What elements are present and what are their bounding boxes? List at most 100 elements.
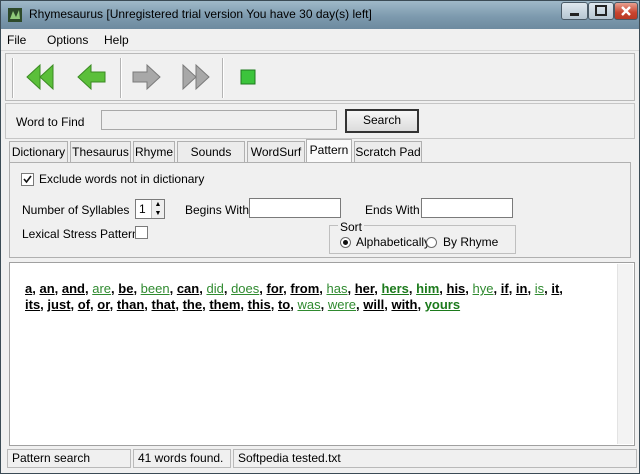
- tab-thesaurus[interactable]: Thesaurus: [70, 141, 131, 162]
- tab-wordsurf[interactable]: WordSurf: [247, 141, 305, 162]
- status-bar: Pattern search 41 words found. Softpedia…: [5, 449, 637, 469]
- stop-button[interactable]: [230, 59, 266, 95]
- word-separator: ,: [559, 281, 563, 296]
- result-word[interactable]: in: [516, 281, 528, 296]
- result-word[interactable]: with: [391, 297, 417, 312]
- syllables-spinner[interactable]: 1 ▲ ▼: [135, 199, 165, 219]
- word-separator: ,: [527, 281, 535, 296]
- result-word[interactable]: be: [118, 281, 133, 296]
- tab-pattern[interactable]: Pattern: [306, 139, 352, 163]
- checkmark-icon: [23, 175, 32, 184]
- result-word[interactable]: the: [183, 297, 203, 312]
- search-button[interactable]: Search: [345, 109, 419, 133]
- result-word[interactable]: or: [97, 297, 109, 312]
- tab-rhyme[interactable]: Rhyme: [133, 141, 175, 162]
- syllables-value: 1: [139, 202, 146, 216]
- title-bar: Rhymesaurus [Unregistered trial version …: [1, 1, 639, 29]
- word-separator: ,: [417, 297, 425, 312]
- sort-by-rhyme-radio[interactable]: [426, 237, 437, 248]
- result-word[interactable]: her: [355, 281, 375, 296]
- result-word[interactable]: than: [117, 297, 144, 312]
- result-word[interactable]: his: [447, 281, 466, 296]
- tab-scratch-pad[interactable]: Scratch Pad: [354, 141, 422, 162]
- result-word[interactable]: been: [141, 281, 170, 296]
- result-word[interactable]: will: [363, 297, 384, 312]
- spin-down-icon[interactable]: ▼: [152, 209, 164, 218]
- result-word[interactable]: to: [278, 297, 290, 312]
- green-square-icon: [240, 69, 256, 85]
- result-word[interactable]: this: [248, 297, 271, 312]
- app-logo-icon: [8, 8, 22, 22]
- toolbar-separator: [222, 58, 224, 98]
- word-separator: ,: [70, 297, 78, 312]
- results-line: its, just, of, or, than, that, the, them…: [25, 297, 605, 313]
- toolbar-separator: [12, 58, 14, 98]
- result-word[interactable]: can: [177, 281, 199, 296]
- result-word[interactable]: that: [152, 297, 176, 312]
- result-word[interactable]: an: [39, 281, 54, 296]
- word-separator: ,: [240, 297, 248, 312]
- left-arrow-icon: [77, 63, 106, 91]
- result-word[interactable]: did: [206, 281, 223, 296]
- begins-with-input[interactable]: [249, 198, 341, 218]
- word-separator: ,: [439, 281, 447, 296]
- right-arrow-icon: [132, 63, 161, 91]
- result-word[interactable]: does: [231, 281, 259, 296]
- begins-with-label: Begins With: [185, 203, 250, 217]
- result-word[interactable]: for: [267, 281, 284, 296]
- word-separator: ,: [169, 281, 177, 296]
- result-word[interactable]: just: [47, 297, 70, 312]
- menu-help[interactable]: Help: [104, 33, 129, 47]
- result-word[interactable]: from: [290, 281, 319, 296]
- result-word[interactable]: hye: [473, 281, 494, 296]
- status-mode: Pattern search: [7, 449, 131, 468]
- back-button[interactable]: [74, 59, 110, 95]
- word-separator: ,: [223, 281, 232, 296]
- result-word[interactable]: were: [328, 297, 356, 312]
- result-word[interactable]: him: [416, 281, 439, 296]
- result-word[interactable]: hers: [381, 281, 408, 296]
- sort-alphabetically-label: Alphabetically: [356, 235, 431, 249]
- spinner-buttons[interactable]: ▲ ▼: [151, 200, 164, 218]
- result-word[interactable]: is: [535, 281, 544, 296]
- ends-with-label: Ends With: [365, 203, 420, 217]
- result-word[interactable]: if: [501, 281, 509, 296]
- sort-label: Sort: [338, 220, 365, 234]
- double-left-arrow-icon: [26, 63, 54, 91]
- forward-button[interactable]: [128, 59, 164, 95]
- spin-up-icon[interactable]: ▲: [152, 200, 164, 209]
- close-button[interactable]: [614, 2, 638, 20]
- ends-with-input[interactable]: [421, 198, 513, 218]
- tab-dictionary[interactable]: Dictionary: [9, 141, 68, 162]
- result-word[interactable]: them: [209, 297, 240, 312]
- exclude-words-checkbox[interactable]: [21, 173, 34, 186]
- status-count: 41 words found.: [133, 449, 231, 468]
- sort-by-rhyme-label: By Rhyme: [443, 235, 499, 249]
- maximize-button[interactable]: [588, 2, 614, 20]
- word-separator: ,: [259, 281, 267, 296]
- word-to-find-input[interactable]: [101, 110, 337, 130]
- result-word[interactable]: has: [326, 281, 347, 296]
- minimize-button[interactable]: [561, 2, 588, 20]
- results-word-list: a, an, and, are, be, been, can, did, doe…: [25, 281, 605, 313]
- sort-alphabetically-radio[interactable]: [340, 237, 351, 248]
- menu-options[interactable]: Options: [47, 33, 88, 47]
- menu-file[interactable]: File: [7, 33, 26, 47]
- result-word[interactable]: its: [25, 297, 40, 312]
- toolbar: [5, 53, 635, 101]
- result-word[interactable]: are: [92, 281, 111, 296]
- result-word[interactable]: yours: [425, 297, 460, 312]
- result-word[interactable]: and: [62, 281, 85, 296]
- result-word[interactable]: was: [297, 297, 320, 312]
- results-scrollbar[interactable]: [617, 264, 633, 444]
- tab-sounds-like[interactable]: Sounds Like: [177, 141, 245, 179]
- word-separator: ,: [175, 297, 183, 312]
- word-separator: ,: [270, 297, 278, 312]
- last-button[interactable]: [176, 59, 212, 95]
- window-title: Rhymesaurus [Unregistered trial version …: [29, 7, 372, 21]
- result-word[interactable]: of: [78, 297, 90, 312]
- first-button[interactable]: [24, 59, 60, 95]
- word-separator: ,: [320, 297, 328, 312]
- stress-pattern-checkbox[interactable]: [135, 226, 148, 239]
- status-file: Softpedia tested.txt: [233, 449, 637, 468]
